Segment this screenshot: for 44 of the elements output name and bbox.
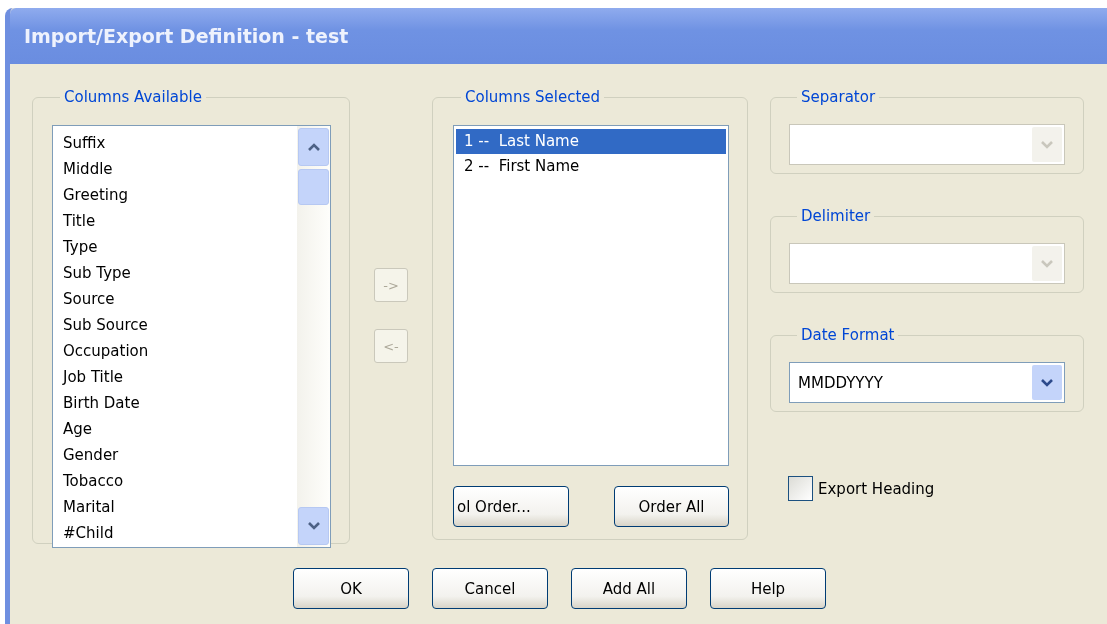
dialog-button[interactable]: Cancel (432, 568, 548, 609)
dialog-button[interactable]: Add All (571, 568, 687, 609)
list-item[interactable]: Marital (63, 494, 297, 520)
chevron-up-icon (306, 142, 321, 152)
scrollbar-thumb[interactable] (298, 169, 329, 205)
list-item[interactable]: Greeting (63, 182, 297, 208)
checkbox[interactable] (788, 476, 813, 501)
scroll-down-button[interactable] (298, 507, 329, 545)
list-item[interactable]: #Child (63, 520, 297, 546)
list-item[interactable]: Age (63, 416, 297, 442)
list-item[interactable]: Tobacco (63, 468, 297, 494)
dialog-button[interactable]: OK (293, 568, 409, 609)
list-item[interactable]: Source (63, 286, 297, 312)
scroll-up-button[interactable] (298, 128, 329, 166)
chevron-down-icon (1040, 258, 1054, 269)
chevron-down-icon (1040, 139, 1054, 150)
group-label: Columns Selected (464, 88, 602, 106)
order-button[interactable]: Order All (614, 486, 729, 527)
scrollbar[interactable] (297, 126, 330, 547)
list-item[interactable]: Title (63, 208, 297, 234)
list-item[interactable]: Suffix (63, 130, 297, 156)
list-item[interactable]: Gender (63, 442, 297, 468)
list-item[interactable]: Middle (63, 156, 297, 182)
list-item[interactable]: Sub Source (63, 312, 297, 338)
list-item[interactable]: 2 -- First Name (456, 154, 726, 179)
order-button[interactable]: ol Order... (453, 486, 569, 527)
list-item[interactable]: Type (63, 234, 297, 260)
columns-available-list[interactable]: Suffix Middle Greeting Title Type Sub Type Source Sub Source Occupation Job Title Birth Date Age Gender Tobacco Marital #Child (52, 125, 331, 548)
list-item[interactable]: Sub Type (63, 260, 297, 286)
list-item[interactable]: Birth Date (63, 390, 297, 416)
list-item[interactable]: Occupation (63, 338, 297, 364)
group-label: Date Format (800, 326, 896, 344)
columns-selected-list[interactable]: 1 -- Last Name 2 -- First Name (453, 125, 729, 466)
group-label: Delimiter (800, 207, 872, 225)
group-label: Columns Available (63, 88, 203, 106)
list-item[interactable]: Job Title (63, 364, 297, 390)
chevron-down-icon (306, 521, 321, 531)
list-item[interactable]: 1 -- Last Name (456, 129, 726, 154)
chevron-down-icon (1040, 377, 1054, 388)
window-title: Import/Export Definition - test (24, 25, 349, 47)
group-label: Separator (800, 88, 877, 106)
dialog-button[interactable]: Help (710, 568, 826, 609)
dropdown-field[interactable]: MMDDYYYY (789, 362, 1065, 403)
checkbox-label[interactable]: Export Heading (818, 479, 935, 498)
